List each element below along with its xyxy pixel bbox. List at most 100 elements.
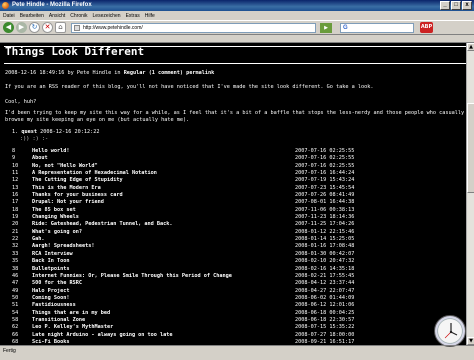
post-title-link[interactable]: Things that are in my bed [32,310,295,317]
post-title-link[interactable]: Bulletpoints [32,266,295,273]
post-number: 35 [12,258,19,265]
post-title-link[interactable]: Changing Wheels [32,214,295,221]
post-number: 9 [12,155,16,162]
post-title-link[interactable]: Late night Arduino - always going on too… [32,332,295,339]
post-number: 18 [12,206,19,213]
page-content: Things Look Different 2008-12-16 18:49:1… [0,43,474,345]
forward-button[interactable]: ▶ [16,22,27,33]
post-date: 2007-11-06 00:38:13 [295,206,355,213]
post-number: 47 [12,280,19,287]
post-list-row: 62 Leo P. Kelley's MythMaster 2008-07-15 1… [12,324,462,331]
post-number: 33 [12,250,19,257]
post-title-link[interactable]: Leo P. Kelley's MythMaster [32,324,295,331]
menu-lesezeichen[interactable]: Lesezeichen [93,13,121,19]
menu-datei[interactable]: Datei [3,13,15,19]
post-title-link[interactable]: A Representation of Hexadecimal Notation [32,170,295,177]
reload-button[interactable]: ↻ [29,22,40,33]
post-title-link[interactable]: The 85 box set [32,207,295,214]
post-number: 50 [12,294,19,301]
post-number: 54 [12,309,19,316]
close-button[interactable]: x [462,1,472,10]
adblock-icon[interactable]: ABP [420,22,433,33]
post-list-row: 10 No, not "Hello World" 2007-07-16 02:25:… [12,163,462,170]
post-list-row: 20 Ride: Gateshead, Pedestrian Tunnel, an… [12,221,462,228]
post-number: 49 [12,287,19,294]
post-date: 2007-07-16 16:44:24 [295,170,355,177]
status-text: Fertig [3,348,16,354]
permalink-link[interactable]: permalink [186,70,214,76]
stop-button[interactable]: ✕ [42,22,53,33]
post-list-row: 51 Fastidiousness 2008-06-12 12:01:06 [12,302,462,309]
post-title-link[interactable]: The Cutting Edge of Stupidity [32,177,295,184]
post-number: 12 [12,177,19,184]
post-title-link[interactable]: RCA Interview [32,251,295,258]
post-number: 46 [12,272,19,279]
vertical-scrollbar[interactable]: ▲ ▼ [466,43,474,345]
post-meta: 2008-12-16 18:49:16 by Pete Hindle in Re… [5,70,214,77]
post-paragraph-3: I'd been trying to keep my site this way… [5,110,465,124]
post-number: 51 [12,302,19,309]
post-title-link[interactable]: What's going on? [32,229,295,236]
maximize-button[interactable]: □ [451,1,461,10]
menu-bar: Datei Bearbeiten Ansicht Chronik Lesezei… [0,11,474,20]
post-date: 2007-07-16 02:25:55 [295,162,355,169]
url-bar[interactable]: http://www.petehindle.com/ [71,22,316,33]
post-title-link[interactable]: Aargh! Spreadsheets! [32,243,295,250]
menu-bearbeiten[interactable]: Bearbeiten [20,13,44,19]
post-title-link[interactable]: Hello world! [32,148,295,155]
comment-author[interactable]: quest [21,129,37,135]
post-title-link[interactable]: Fastidiousness [32,302,295,309]
post-date: 2008-02-16 14:35:18 [295,265,355,272]
comment-date: 2008-12-16 20:12:22 [40,129,100,135]
post-number: 19 [12,214,19,221]
search-box[interactable]: G [340,22,414,33]
post-list-row: 13 This is the Modern Era 2007-07-23 15:45… [12,185,462,192]
url-text[interactable]: http://www.petehindle.com/ [83,25,143,31]
comments-link[interactable]: (1 comment) [149,70,183,76]
post-number: 62 [12,324,19,331]
post-date: 2007-07-16 02:25:55 [295,148,355,154]
window-title-bar: Pete Hindle - Mozilla Firefox _ □ x [0,0,474,11]
menu-chronik[interactable]: Chronik [70,13,87,19]
scroll-down-icon[interactable]: ▼ [467,337,474,345]
google-search-icon[interactable]: G [343,25,348,31]
post-title-link[interactable]: Coming Soon! [32,295,295,302]
site-favicon-icon [74,24,80,31]
post-title-link[interactable]: About [32,155,295,162]
post-date: 2008-01-16 17:08:48 [295,243,355,250]
scrollbar-thumb[interactable] [467,103,474,193]
post-title-link[interactable]: This is the Modern Era [32,185,295,192]
post-title-link[interactable]: Thanks for your business card [32,192,295,199]
post-date: 2007-07-16 02:25:55 [295,155,355,162]
menu-hilfe[interactable]: Hilfe [145,13,155,19]
post-date: 2008-01-12 22:15:46 [295,228,355,235]
post-list-row: 54 Things that are in my bed 2008-06-18 00… [12,310,462,317]
back-button[interactable]: ◀ [3,22,14,33]
category-link[interactable]: Regular [124,70,146,76]
post-number: 32 [12,243,19,250]
menu-extras[interactable]: Extras [126,13,140,19]
post-date: 2007-08-01 16:44:38 [295,199,355,206]
post-title-link[interactable]: Ride: Gateshead, Pedestrian Tunnel, and … [32,221,295,228]
scroll-up-icon[interactable]: ▲ [467,43,474,51]
post-title-link[interactable]: Halo Project [32,288,295,295]
menu-ansicht[interactable]: Ansicht [49,13,65,19]
post-date: 2007-07-23 15:45:54 [295,184,355,191]
post-number: 21 [12,228,19,235]
post-title-link[interactable]: Back In Toon [32,258,295,265]
post-title-link[interactable]: Drupal: Not your friend [32,199,295,206]
post-number: 10 [12,162,19,169]
post-title-link[interactable]: Gah. [32,236,295,243]
post-title-link[interactable]: Transitional Zone [32,317,295,324]
post-list-row: 50 Coming Soon! 2008-06-02 01:44:09 [12,295,462,302]
post-list-row: 19 Changing Wheels 2007-11-23 18:14:36 [12,214,462,221]
home-button[interactable]: ⌂ [55,22,66,33]
minimize-button[interactable]: _ [440,1,450,10]
post-title-link[interactable]: 500 for the RSRC [32,280,295,287]
go-button[interactable]: ▶ [320,22,332,33]
post-title-link[interactable]: No, not "Hello World" [32,163,295,170]
post-date: 2008-02-10 20:47:32 [295,258,355,265]
post-date: 2008-01-30 00:42:07 [295,250,355,257]
post-title-link[interactable]: Internet Funnies: Or, Please Smile Throu… [32,273,295,280]
navigation-toolbar: ◀ ▶ ↻ ✕ ⌂ http://www.petehindle.com/ ▶ G… [0,20,474,35]
